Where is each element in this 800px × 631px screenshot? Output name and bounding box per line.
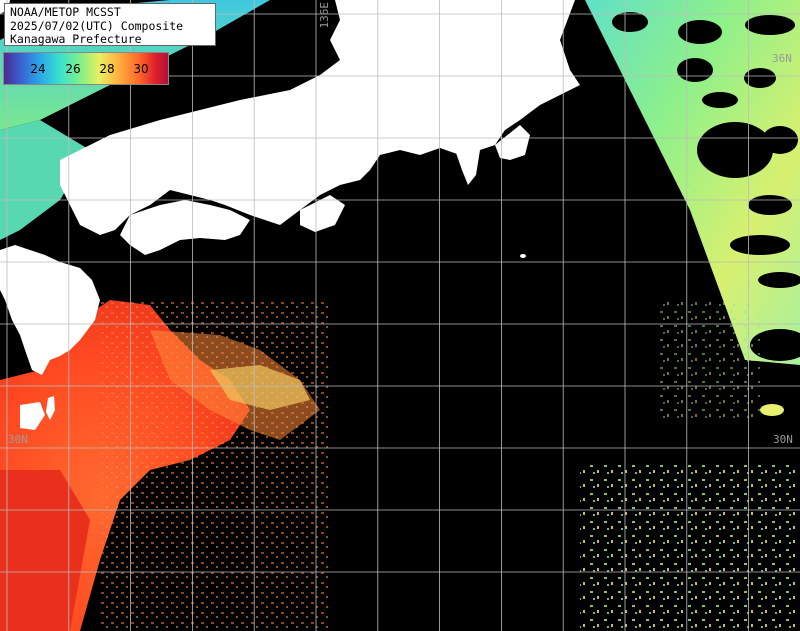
sst-warm-speckle: [100, 300, 330, 630]
land-hachijo: [520, 254, 526, 258]
sst-color-legend: 24 26 28 30: [3, 52, 169, 85]
title-line-1: NOAA/METOP MCSST: [10, 5, 121, 19]
legend-tick-30: 30: [133, 62, 149, 76]
sst-yellow-patch: [760, 404, 784, 416]
legend-tick-28: 28: [99, 62, 115, 76]
legend-tick-24: 24: [30, 62, 46, 76]
title-line-3: Kanagawa Prefecture: [10, 32, 142, 46]
lat-label-36n: 36N: [772, 52, 792, 65]
title-line-2: 2025/07/02(UTC) Composite: [10, 18, 184, 33]
sst-speckle-mid: [660, 300, 760, 420]
legend-tick-26: 26: [65, 62, 81, 76]
lat-label-30n-right: 30N: [773, 433, 793, 446]
sst-map: [0, 0, 800, 631]
lat-label-30n-left: 30N: [8, 433, 28, 446]
lon-label-136e: 136E: [318, 2, 331, 29]
sst-speckle-se: [580, 460, 800, 631]
title-box: NOAA/METOP MCSST 2025/07/02(UTC) Composi…: [4, 3, 216, 46]
